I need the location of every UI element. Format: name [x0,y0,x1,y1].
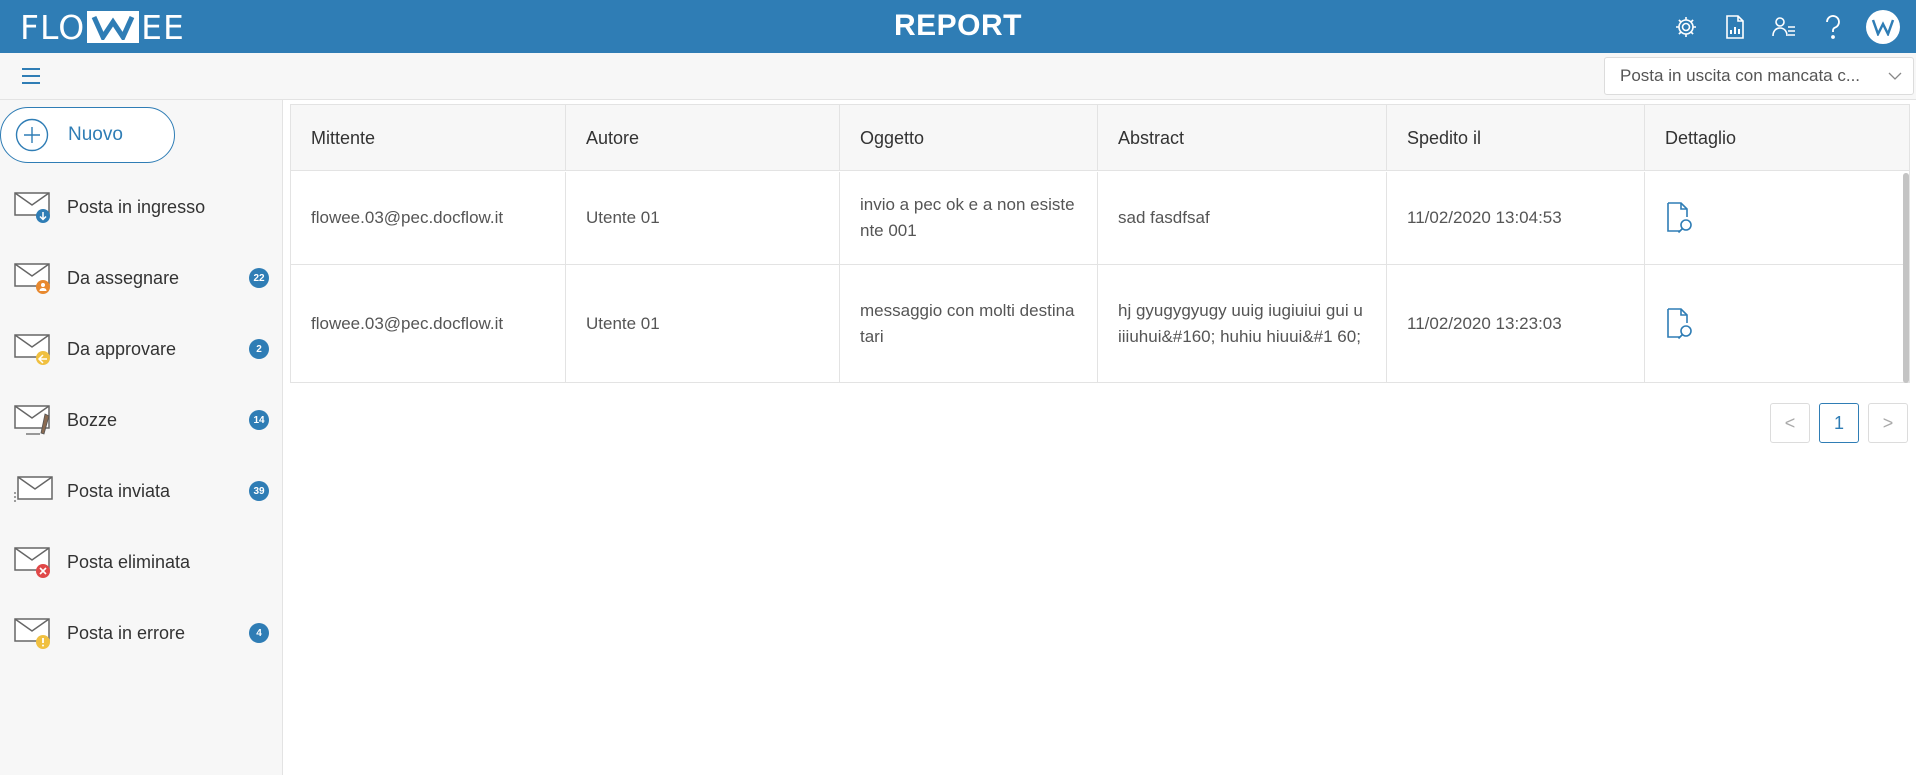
sidebar-item-posta-inviata[interactable]: Posta inviata 39 [0,461,283,521]
sidebar-item-label: Bozze [67,409,118,430]
sidebar-item-bozze[interactable]: Bozze 14 [0,390,283,450]
page-number-button[interactable]: 1 [1819,403,1859,443]
report-icon[interactable] [1719,11,1751,43]
sidebar-item-label: Da assegnare [67,267,180,288]
hamburger-menu-icon[interactable] [20,66,42,86]
sidebar-item-da-approvare[interactable]: Da approvare 2 [0,319,283,379]
sent-envelope-icon [14,476,53,502]
column-header-dettaglio: Dettaglio [1665,127,1737,148]
approve-envelope-icon [14,334,50,365]
cell-oggetto: messaggio con molti destinatari [840,265,1098,383]
deleted-envelope-icon [14,547,50,578]
help-icon[interactable] [1817,11,1849,43]
document-search-icon[interactable] [1665,307,1695,341]
cell-mittente: flowee.03@pec.docflow.it [291,265,566,383]
table-scrollbar[interactable] [1903,173,1909,383]
draft-envelope-icon [14,405,50,435]
cell-oggetto: invio a pec ok e a non esistente 001 [840,172,1098,264]
users-icon[interactable] [1768,11,1800,43]
sidebar-item-posta-eliminata[interactable]: Posta eliminata [0,532,283,592]
user-avatar[interactable] [1866,10,1900,44]
page-title: REPORT [893,9,1022,42]
count-badge: 22 [249,268,269,288]
top-icons [1670,10,1900,44]
next-page-button[interactable]: > [1868,403,1908,443]
count-badge: 39 [249,481,269,501]
top-bar: FLO EE REPORT [0,0,1916,53]
count-badge: 4 [249,623,269,643]
plus-circle-icon [15,118,49,152]
sidebar: Nuovo Posta in ingresso Da assegnare 22 … [0,100,283,775]
gear-icon[interactable] [1670,11,1702,43]
column-header-autore[interactable]: Autore [566,105,840,171]
cell-dettaglio [1645,172,1909,264]
column-header-mittente[interactable]: Mittente [291,105,566,171]
scrollbar-thumb[interactable] [1903,173,1909,383]
cell-autore: Utente 01 [566,265,840,383]
cell-spedito: 11/02/2020 13:04:53 [1387,172,1645,264]
sidebar-item-label: Posta in errore [67,622,186,643]
count-badge: 14 [249,410,269,430]
assign-envelope-icon [14,263,50,294]
sidebar-item-label: Da approvare [67,338,177,359]
sidebar-item-label: Posta eliminata [67,551,191,572]
report-type-select[interactable]: Posta in uscita con mancata c... [1604,57,1914,95]
sidebar-item-da-assegnare[interactable]: Da assegnare 22 [0,248,283,308]
new-button-label: Nuovo [68,124,123,145]
pagination: < 1 > [1770,403,1908,443]
table-header: Mittente Autore Oggetto Abstract Spedito… [291,105,1909,171]
sidebar-item-label: Posta in ingresso [67,196,206,217]
sidebar-item-label: Posta inviata [67,480,171,501]
chevron-down-icon [1887,68,1903,89]
cell-dettaglio [1645,265,1909,383]
report-table: Mittente Autore Oggetto Abstract Spedito… [290,104,1910,383]
column-header-abstract[interactable]: Abstract [1098,105,1387,171]
column-header-spedito[interactable]: Spedito il [1387,105,1645,171]
document-search-icon[interactable] [1665,201,1695,235]
table-row[interactable]: flowee.03@pec.docflow.it Utente 01 invio… [291,172,1909,265]
column-header-oggetto[interactable]: Oggetto [840,105,1098,171]
sidebar-item-posta-in-errore[interactable]: Posta in errore 4 [0,603,283,663]
report-select-value: Posta in uscita con mancata c... [1620,66,1861,85]
toolbar: Posta in uscita con mancata c... [0,53,1916,100]
cell-autore: Utente 01 [566,172,840,264]
cell-mittente: flowee.03@pec.docflow.it [291,172,566,264]
cell-abstract: sad fasdfsaf [1098,172,1387,264]
count-badge: 2 [249,339,269,359]
inbox-envelope-icon [14,192,50,223]
table-row[interactable]: flowee.03@pec.docflow.it Utente 01 messa… [291,265,1909,383]
error-envelope-icon [14,618,50,649]
cell-abstract: hj gyugygyugy uuig iugiuiui gui uiiiuhui… [1098,265,1387,383]
new-button[interactable]: Nuovo [0,107,175,163]
sidebar-item-posta-in-ingresso[interactable]: Posta in ingresso [0,177,283,237]
cell-spedito: 11/02/2020 13:23:03 [1387,265,1645,383]
prev-page-button[interactable]: < [1770,403,1810,443]
